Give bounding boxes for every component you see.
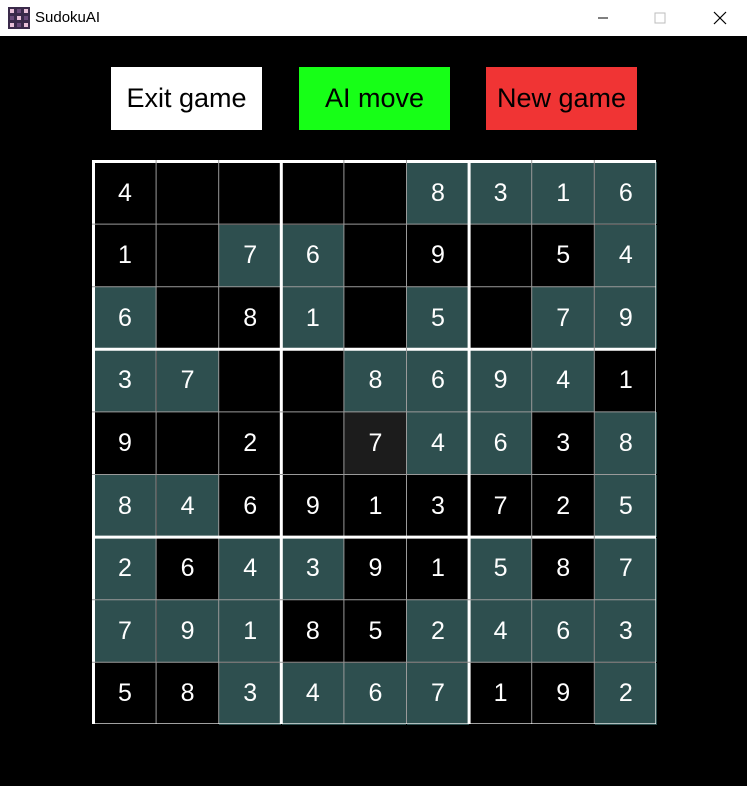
sudoku-cell-r8c5[interactable]: 5 <box>344 600 407 663</box>
sudoku-cell-r1c3[interactable] <box>219 162 282 224</box>
sudoku-cell-r7c3[interactable]: 4 <box>219 537 282 600</box>
sudoku-cell-r9c2[interactable]: 8 <box>156 662 219 725</box>
sudoku-cell-r9c3[interactable]: 3 <box>219 662 282 725</box>
sudoku-cell-r6c3[interactable]: 6 <box>219 475 282 537</box>
sudoku-cell-r1c5[interactable] <box>344 162 407 224</box>
close-button[interactable] <box>697 0 743 36</box>
sudoku-cell-r4c6[interactable]: 6 <box>407 349 469 412</box>
sudoku-cell-r6c4[interactable]: 9 <box>281 475 344 537</box>
sudoku-cell-r2c4[interactable]: 6 <box>281 224 344 287</box>
sudoku-cell-r8c8[interactable]: 6 <box>532 600 595 663</box>
sudoku-cell-r8c2[interactable]: 9 <box>156 600 219 663</box>
sudoku-cell-r8c7[interactable]: 4 <box>469 600 532 663</box>
sudoku-cell-r4c5[interactable]: 8 <box>344 349 407 412</box>
sudoku-cell-r9c7[interactable]: 1 <box>469 662 532 725</box>
sudoku-cell-r5c3[interactable]: 2 <box>219 412 282 475</box>
sudoku-cell-r3c1[interactable]: 6 <box>94 287 156 350</box>
minimize-icon <box>598 17 608 19</box>
sudoku-cell-r9c1[interactable]: 5 <box>94 662 156 725</box>
minimize-button[interactable] <box>580 0 626 36</box>
sudoku-cell-r7c8[interactable]: 8 <box>532 537 595 600</box>
sudoku-cell-r1c1[interactable]: 4 <box>94 162 156 224</box>
sudoku-cell-r8c3[interactable]: 1 <box>219 600 282 663</box>
exit-game-button[interactable]: Exit game <box>111 67 262 130</box>
sudoku-cell-r3c5[interactable] <box>344 287 407 350</box>
sudoku-cell-r7c4[interactable]: 3 <box>281 537 344 600</box>
sudoku-cell-r9c8[interactable]: 9 <box>532 662 595 725</box>
sudoku-cell-r6c6[interactable]: 3 <box>407 475 469 537</box>
sudoku-cell-r8c1[interactable]: 7 <box>94 600 156 663</box>
sudoku-cell-r4c8[interactable]: 4 <box>532 349 595 412</box>
sudoku-cell-r4c2[interactable]: 7 <box>156 349 219 412</box>
sudoku-cell-r2c9[interactable]: 4 <box>594 224 657 287</box>
sudoku-cell-r3c9[interactable]: 9 <box>594 287 657 350</box>
sudoku-cell-r2c8[interactable]: 5 <box>532 224 595 287</box>
sudoku-cell-r3c8[interactable]: 7 <box>532 287 595 350</box>
sudoku-cell-r2c1[interactable]: 1 <box>94 224 156 287</box>
sudoku-app-icon <box>8 7 30 29</box>
sudoku-cell-r2c6[interactable]: 9 <box>407 224 469 287</box>
sudoku-cell-r8c4[interactable]: 8 <box>281 600 344 663</box>
sudoku-cell-r5c9[interactable]: 8 <box>594 412 657 475</box>
sudoku-cell-r4c4[interactable] <box>281 349 344 412</box>
sudoku-cell-r8c9[interactable]: 3 <box>594 600 657 663</box>
sudoku-cell-r4c1[interactable]: 3 <box>94 349 156 412</box>
sudoku-cell-r3c6[interactable]: 5 <box>407 287 469 350</box>
sudoku-cell-r4c9[interactable]: 1 <box>594 349 657 412</box>
sudoku-cell-r5c6[interactable]: 4 <box>407 412 469 475</box>
new-game-button[interactable]: New game <box>486 67 637 130</box>
sudoku-cell-r6c1[interactable]: 8 <box>94 475 156 537</box>
sudoku-cell-r2c3[interactable]: 7 <box>219 224 282 287</box>
sudoku-cell-r5c1[interactable]: 9 <box>94 412 156 475</box>
sudoku-cell-r5c8[interactable]: 3 <box>532 412 595 475</box>
title-bar: SudokuAI <box>0 0 747 36</box>
sudoku-cell-r6c5[interactable]: 1 <box>344 475 407 537</box>
sudoku-cell-r5c2[interactable] <box>156 412 219 475</box>
sudoku-cell-r3c2[interactable] <box>156 287 219 350</box>
sudoku-cell-r7c1[interactable]: 2 <box>94 537 156 600</box>
sudoku-cell-r3c3[interactable]: 8 <box>219 287 282 350</box>
sudoku-cell-r1c4[interactable] <box>281 162 344 224</box>
sudoku-cell-r2c2[interactable] <box>156 224 219 287</box>
sudoku-cell-r8c6[interactable]: 2 <box>407 600 469 663</box>
sudoku-cell-r6c7[interactable]: 7 <box>469 475 532 537</box>
sudoku-cell-r1c8[interactable]: 1 <box>532 162 595 224</box>
sudoku-cell-r1c7[interactable]: 3 <box>469 162 532 224</box>
sudoku-board: 4831617695468157937869419274638846913725… <box>92 160 657 725</box>
app-window: SudokuAI Exit game AI move New game 4831… <box>0 0 747 786</box>
close-icon <box>713 11 727 25</box>
sudoku-cell-r7c7[interactable]: 5 <box>469 537 532 600</box>
sudoku-cell-r5c5[interactable]: 7 <box>344 412 407 475</box>
ai-move-button[interactable]: AI move <box>299 67 450 130</box>
sudoku-cell-r6c2[interactable]: 4 <box>156 475 219 537</box>
sudoku-cell-r4c3[interactable] <box>219 349 282 412</box>
sudoku-cell-r5c4[interactable] <box>281 412 344 475</box>
window-title: SudokuAI <box>35 9 101 26</box>
sudoku-cell-r1c9[interactable]: 6 <box>594 162 657 224</box>
sudoku-cell-r6c9[interactable]: 5 <box>594 475 657 537</box>
sudoku-cell-r5c7[interactable]: 6 <box>469 412 532 475</box>
sudoku-cell-r1c6[interactable]: 8 <box>407 162 469 224</box>
sudoku-cell-r7c5[interactable]: 9 <box>344 537 407 600</box>
sudoku-cell-r4c7[interactable]: 9 <box>469 349 532 412</box>
maximize-icon <box>654 12 666 24</box>
sudoku-cell-r6c8[interactable]: 2 <box>532 475 595 537</box>
sudoku-cell-r9c5[interactable]: 6 <box>344 662 407 725</box>
sudoku-cell-r9c9[interactable]: 2 <box>594 662 657 725</box>
maximize-button[interactable] <box>637 0 683 36</box>
sudoku-cell-r1c2[interactable] <box>156 162 219 224</box>
sudoku-cell-r3c4[interactable]: 1 <box>281 287 344 350</box>
sudoku-cell-r7c6[interactable]: 1 <box>407 537 469 600</box>
sudoku-cell-r2c5[interactable] <box>344 224 407 287</box>
sudoku-cell-r7c9[interactable]: 7 <box>594 537 657 600</box>
sudoku-cell-r3c7[interactable] <box>469 287 532 350</box>
sudoku-cell-r7c2[interactable]: 6 <box>156 537 219 600</box>
sudoku-cell-r9c4[interactable]: 4 <box>281 662 344 725</box>
sudoku-cell-r9c6[interactable]: 7 <box>407 662 469 725</box>
sudoku-cell-r2c7[interactable] <box>469 224 532 287</box>
